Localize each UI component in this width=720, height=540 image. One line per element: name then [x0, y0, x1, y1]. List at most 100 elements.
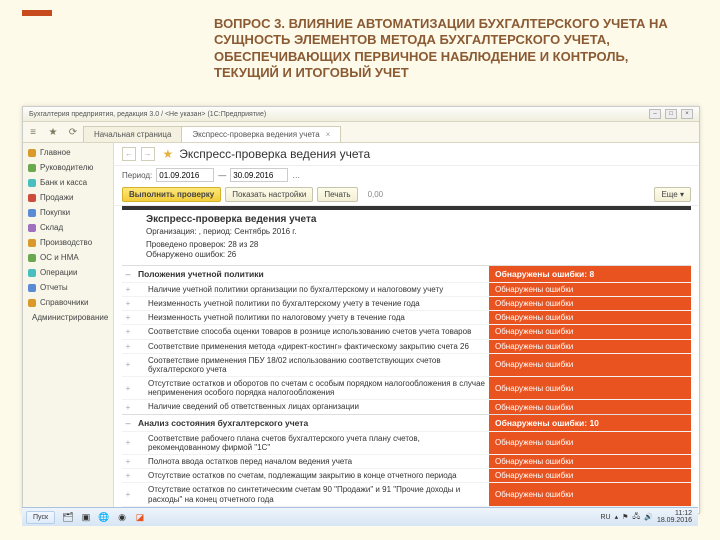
check-label: Отсутствие остатков по счетам, подлежащи… — [134, 469, 489, 482]
expand-icon[interactable]: + — [122, 377, 134, 399]
check-item[interactable]: +Соответствие применения метода «директ-… — [122, 339, 691, 353]
sidebar-item-purchases[interactable]: Покупки — [23, 205, 113, 220]
tray-flag-icon[interactable]: ⚑ — [622, 513, 628, 521]
page-header: ← → ★ Экспресс-проверка ведения учета — [114, 143, 699, 166]
tab-bar: Начальная страница Экспресс-проверка вед… — [83, 122, 340, 142]
run-check-button[interactable]: Выполнить проверку — [122, 187, 221, 202]
expand-icon[interactable]: + — [122, 311, 134, 324]
sidebar-item-sales[interactable]: Продажи — [23, 190, 113, 205]
check-item[interactable]: +Наличие сведений об ответственных лицах… — [122, 399, 691, 413]
check-item[interactable]: +Соответствие способа оценки товаров в р… — [122, 324, 691, 338]
section-header[interactable]: –Анализ состояния бухгалтерского учетаОб… — [122, 414, 691, 431]
favorite-icon[interactable]: ★ — [163, 147, 174, 161]
check-item[interactable]: +Наличие учетной политики организации по… — [122, 282, 691, 296]
clock[interactable]: 11:12 18.09.2016 — [657, 510, 692, 524]
tray-network-icon[interactable]: 🖧 — [632, 512, 640, 523]
date-to-input[interactable] — [230, 168, 288, 182]
forward-button[interactable]: → — [141, 147, 155, 161]
report-subtitle: Организация: , период: Сентябрь 2016 г. — [122, 227, 691, 238]
tab-express-check[interactable]: Экспресс-проверка ведения учета × — [181, 126, 341, 142]
check-item[interactable]: +Отсутствие остатков по синтетическим сч… — [122, 482, 691, 505]
check-status: Обнаружены ошибки — [489, 377, 691, 399]
nav-arrows: ← → — [122, 147, 157, 161]
expand-icon[interactable]: + — [122, 432, 134, 454]
minimize-button[interactable]: – — [649, 109, 661, 119]
check-item[interactable]: +Отсутствие остатков по счетам, подлежащ… — [122, 468, 691, 482]
collapse-icon[interactable]: – — [122, 415, 134, 431]
system-tray: RU ▴ ⚑ 🖧 🔊 11:12 18.09.2016 — [601, 510, 699, 524]
sidebar-label: Администрирование — [32, 313, 108, 322]
chrome-icon[interactable]: ◉ — [115, 510, 129, 524]
expand-icon[interactable]: + — [122, 354, 134, 376]
window-controls: – □ × — [647, 109, 693, 119]
sidebar-label: Продажи — [40, 193, 73, 202]
check-item[interactable]: +Соответствие рабочего плана счетов бухг… — [122, 431, 691, 454]
show-settings-button[interactable]: Показать настройки — [225, 187, 313, 202]
expand-icon[interactable]: + — [122, 283, 134, 296]
sidebar-item-admin[interactable]: Администрирование — [23, 310, 113, 325]
check-label: Отсутствие остатков и оборотов по счетам… — [134, 377, 489, 399]
check-item[interactable]: +Соответствие применения ПБУ 18/02 испол… — [122, 353, 691, 376]
check-item[interactable]: +Отсутствие остатков и оборотов по счета… — [122, 376, 691, 399]
check-item[interactable]: +Неизменность учетной политики по налого… — [122, 310, 691, 324]
check-item[interactable]: +Неизменность учетной политики по бухгал… — [122, 296, 691, 310]
check-label: Неизменность учетной политики по налогов… — [134, 311, 489, 324]
more-button[interactable]: Еще ▾ — [654, 187, 691, 202]
report-summary: Проведено проверок: 28 из 28 Обнаружено … — [122, 238, 691, 265]
date-from-input[interactable] — [156, 168, 214, 182]
close-button[interactable]: × — [681, 109, 693, 119]
sidebar-item-reports[interactable]: Отчеты — [23, 280, 113, 295]
check-item[interactable]: +Полнота ввода остатков перед началом ве… — [122, 454, 691, 468]
history-icon[interactable]: ⟳ — [66, 125, 80, 139]
expand-icon[interactable]: + — [122, 340, 134, 353]
sidebar-item-assets[interactable]: ОС и НМА — [23, 250, 113, 265]
star-icon[interactable]: ★ — [46, 125, 60, 139]
sidebar-item-directories[interactable]: Справочники — [23, 295, 113, 310]
expand-icon[interactable]: + — [122, 297, 134, 310]
sidebar-item-main[interactable]: Главное — [23, 145, 113, 160]
sidebar-item-warehouse[interactable]: Склад — [23, 220, 113, 235]
collapse-icon[interactable]: – — [122, 266, 134, 282]
expand-icon[interactable]: + — [122, 455, 134, 468]
tab-label: Начальная страница — [94, 130, 171, 139]
maximize-button[interactable]: □ — [665, 109, 677, 119]
check-status: Обнаружены ошибки — [489, 297, 691, 310]
expand-icon[interactable]: + — [122, 469, 134, 482]
lang-indicator[interactable]: RU — [601, 514, 611, 521]
print-button[interactable]: Печать — [317, 187, 357, 202]
sidebar-item-bank[interactable]: Банк и касса — [23, 175, 113, 190]
expand-icon[interactable]: + — [122, 325, 134, 338]
tab-home[interactable]: Начальная страница — [83, 126, 182, 142]
page-title: Экспресс-проверка ведения учета — [179, 147, 370, 161]
tray-chevron-icon[interactable]: ▴ — [615, 513, 619, 521]
sidebar-label: Отчеты — [40, 283, 68, 292]
tab-close-icon[interactable]: × — [326, 130, 331, 139]
expand-icon[interactable]: + — [122, 483, 134, 505]
section-icon — [28, 254, 36, 262]
section-header[interactable]: –Положения учетной политикиОбнаружены ош… — [122, 265, 691, 282]
browser-icon[interactable]: 🌐 — [97, 510, 111, 524]
sidebar-item-manager[interactable]: Руководителю — [23, 160, 113, 175]
section-status: Обнаружены ошибки: 8 — [489, 266, 691, 282]
player-icon[interactable]: ▣ — [79, 510, 93, 524]
period-picker-icon[interactable]: … — [292, 171, 300, 180]
sidebar-item-operations[interactable]: Операции — [23, 265, 113, 280]
start-button[interactable]: Пуск — [26, 511, 55, 524]
tab-label: Экспресс-проверка ведения учета — [192, 130, 319, 139]
back-button[interactable]: ← — [122, 147, 136, 161]
check-label: Наличие учетной политики организации по … — [134, 283, 489, 296]
sidebar-item-production[interactable]: Производство — [23, 235, 113, 250]
explorer-icon[interactable]: 🗂 — [61, 510, 75, 524]
menu-icon[interactable]: ≡ — [26, 125, 40, 139]
check-status: Обнаружены ошибки — [489, 340, 691, 353]
tray-volume-icon[interactable]: 🔊 — [644, 513, 653, 521]
more-label: Еще — [661, 190, 677, 199]
1c-icon[interactable]: ◪ — [133, 510, 147, 524]
check-label: Соответствие применения метода «директ-к… — [134, 340, 489, 353]
check-status: Обнаружены ошибки — [489, 283, 691, 296]
section-status: Обнаружены ошибки: 10 — [489, 415, 691, 431]
check-status: Обнаружены ошибки — [489, 432, 691, 454]
section-icon — [28, 224, 36, 232]
period-label: Период: — [122, 171, 152, 180]
expand-icon[interactable]: + — [122, 400, 134, 413]
